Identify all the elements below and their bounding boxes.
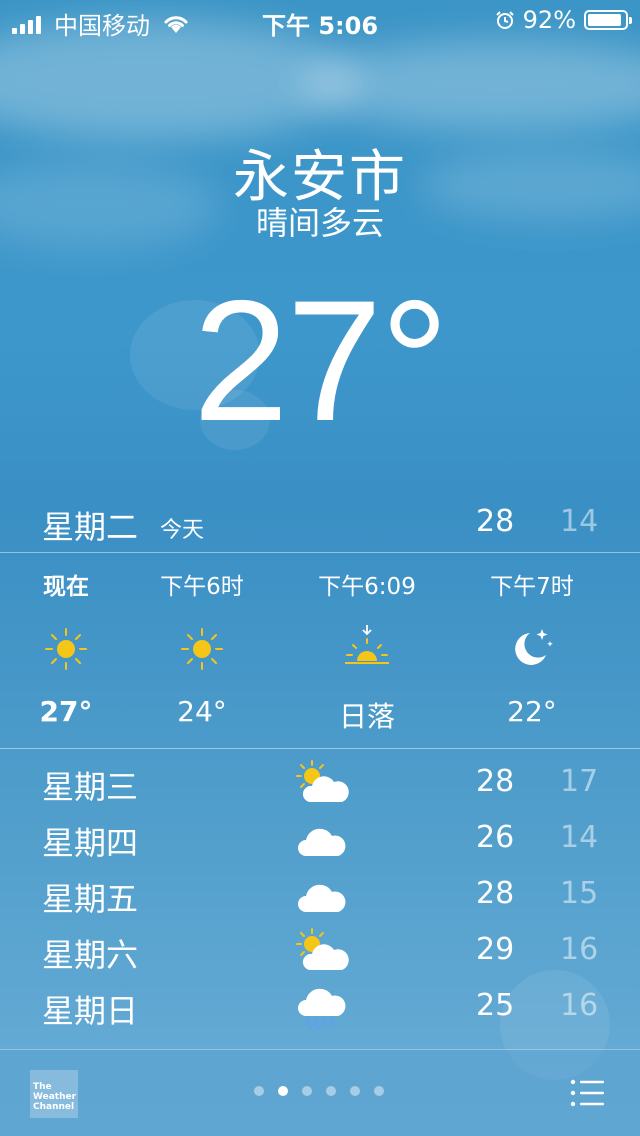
weather-screen: 中国移动 下午 5:06 92% 永安市 晴间多云 27° 星期二 今天 28 …: [0, 0, 640, 1136]
weather-condition: 晴间多云: [255, 204, 384, 242]
hour-item: 下午6:09 日落: [287, 553, 447, 748]
page-indicator[interactable]: [254, 1086, 398, 1096]
day-name: 星期三: [42, 768, 139, 806]
day-row: 星期四 26 14: [0, 810, 640, 866]
hourly-forecast[interactable]: 现在 27° 下午6时 24° 下午6:09 日落 下午7时 22°: [0, 553, 640, 748]
cloud-icon: [298, 828, 346, 856]
page-dot[interactable]: [374, 1086, 384, 1096]
day-name: 星期六: [42, 936, 139, 974]
status-right: 92%: [495, 6, 632, 34]
today-label: 今天: [160, 518, 205, 543]
hour-time: 下午7时: [490, 574, 574, 600]
bottom-bar: The Weather Channel: [0, 1049, 640, 1136]
today-day: 星期二: [42, 508, 139, 546]
day-name: 星期四: [42, 824, 139, 862]
hour-time: 下午6时: [160, 574, 244, 600]
sun-icon: [45, 628, 87, 670]
page-dot[interactable]: [350, 1086, 360, 1096]
day-row: 星期五 28 15: [0, 866, 640, 922]
day-row: 星期三 28 17: [0, 754, 640, 810]
status-bar: 中国移动 下午 5:06 92%: [0, 0, 640, 40]
hour-temp: 24°: [177, 695, 227, 728]
today-row: 星期二 今天 28 14: [0, 500, 640, 550]
battery-icon: [584, 10, 632, 30]
day-high: 28: [476, 876, 515, 911]
day-high: 29: [476, 932, 515, 967]
sun-icon: [181, 628, 223, 670]
today-high: 28: [476, 504, 515, 539]
moon-stars-icon: [515, 629, 553, 665]
day-low: 17: [560, 764, 599, 799]
cloud-rain-icon: [298, 988, 346, 1030]
page-dot-active[interactable]: [278, 1086, 288, 1096]
day-row: 星期六 29 16: [0, 922, 640, 978]
city-list-icon[interactable]: [570, 1078, 606, 1108]
day-high: 26: [476, 820, 515, 855]
divider: [0, 748, 640, 749]
hour-item: 下午7时 22°: [452, 553, 612, 748]
cloud-icon: [298, 884, 346, 912]
partly-cloudy-icon: [296, 928, 349, 970]
day-name: 星期日: [42, 992, 139, 1030]
day-low: 14: [560, 820, 599, 855]
day-low: 15: [560, 876, 599, 911]
today-low: 14: [560, 504, 599, 539]
hour-temp: 22°: [507, 695, 557, 728]
day-row: 星期日 25 16: [0, 978, 640, 1034]
day-high: 28: [476, 764, 515, 799]
page-dot[interactable]: [326, 1086, 336, 1096]
weather-channel-logo[interactable]: The Weather Channel: [30, 1070, 78, 1118]
hour-time: 下午6:09: [318, 574, 416, 600]
current-temperature: 27°: [192, 265, 449, 457]
battery-percent: 92%: [522, 6, 576, 34]
day-high: 25: [476, 988, 515, 1023]
sunset-icon: [345, 625, 389, 664]
day-low: 16: [560, 932, 599, 967]
alarm-icon: [495, 11, 514, 29]
partly-cloudy-icon: [296, 760, 349, 802]
sky-cloud-wisp: [300, 40, 640, 130]
hour-item: 下午6时 24°: [122, 553, 282, 748]
page-dot[interactable]: [254, 1086, 264, 1096]
page-dot[interactable]: [302, 1086, 312, 1096]
sunset-label: 日落: [338, 700, 395, 733]
day-low: 16: [560, 988, 599, 1023]
day-name: 星期五: [42, 880, 139, 918]
